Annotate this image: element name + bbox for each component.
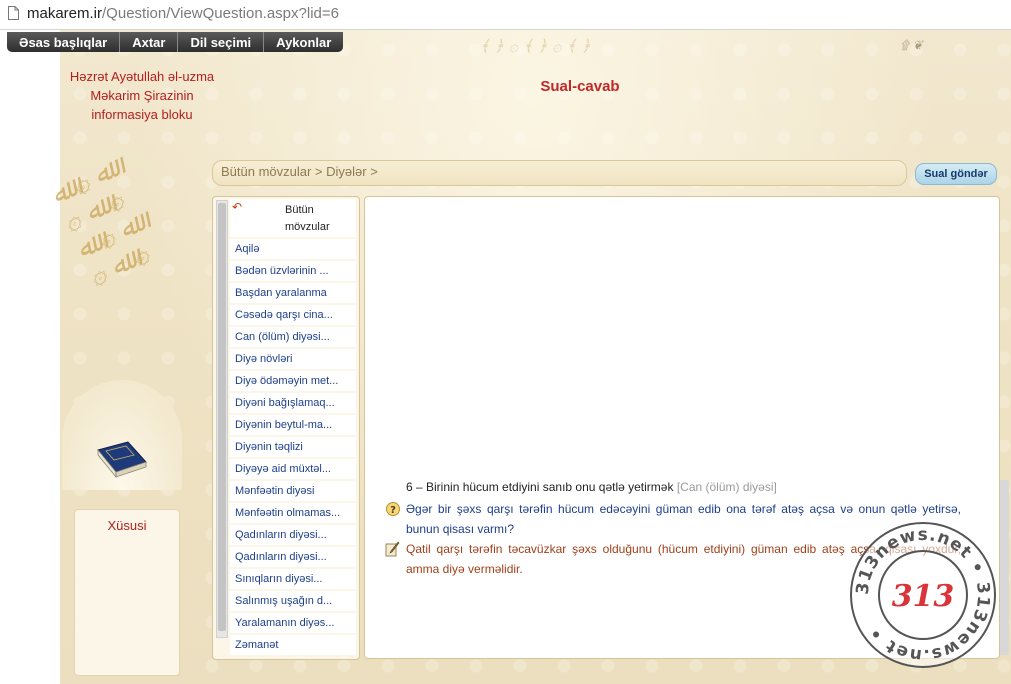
calligraphy-logo: ۩ ❦ [900, 38, 923, 52]
question-icon: ? [386, 502, 400, 516]
all-topics-label-line-1: Bütün [285, 204, 314, 216]
url-host: makarem.ir [27, 5, 103, 22]
special-box: Xüsusi [74, 509, 180, 676]
topic-scrollbar-thumb[interactable] [218, 203, 226, 631]
topic-item[interactable]: Diyə ödəməyin met... [230, 371, 356, 391]
nav-icons[interactable]: Aykonlar [264, 32, 343, 52]
topic-list: Aqilə Bədən üzvlərinin ... Başdan yarala… [230, 239, 356, 657]
topic-item[interactable]: Diyənin təqlizi [230, 437, 356, 457]
topic-item[interactable]: Başdan yaralanma [230, 283, 356, 303]
content-scrollbar[interactable] [1000, 480, 1009, 655]
all-topics-label: Bütün mövzular [285, 202, 355, 236]
address-bar[interactable]: makarem.ir/Question/ViewQuestion.aspx?li… [0, 0, 1011, 30]
book-icon[interactable] [94, 440, 148, 480]
nav-search[interactable]: Axtar [120, 32, 179, 52]
page-title: Sual-cavab [540, 78, 620, 95]
calligraphy-decoration-top: ﴾ ﴿ ۞ ﴾ ﴿ ۞ ﴾ ﴿ [480, 36, 591, 55]
topic-item[interactable]: Diyə növləri [230, 349, 356, 369]
watermark-stamp: 313news.net • 313news.net • 313 [850, 522, 996, 668]
nav-main-headings[interactable]: Əsas başlıqlar [7, 32, 121, 52]
all-topics-item[interactable]: ↶ Bütün mövzular [230, 199, 356, 237]
question-title: 6 – Birinin hücum etdiyini sanıb onu qət… [406, 480, 777, 494]
svg-text:?: ? [390, 505, 396, 516]
topic-item[interactable]: Qadınların diyəsi... [230, 547, 356, 567]
topic-item[interactable]: Can (ölüm) diyəsi... [230, 327, 356, 347]
url-path: /Question/ViewQuestion.aspx?lid=6 [102, 5, 339, 22]
topic-item[interactable]: Sınıqların diyəsi... [230, 569, 356, 589]
main-nav: Əsas başlıqlar Axtar Dil seçimi Aykonlar [7, 32, 344, 52]
watermark-center-text: 313 [892, 579, 955, 614]
site-info-line-3: informasiya bloku [91, 107, 193, 122]
topic-scrollbar[interactable] [216, 200, 228, 638]
back-arrow-icon[interactable]: ↶ [232, 201, 244, 213]
topic-item[interactable]: Diyəni bağışlamaq... [230, 393, 356, 413]
topic-item[interactable]: Cəsədə qarşı cina... [230, 305, 356, 325]
topic-item[interactable]: Diyənin beytul-ma... [230, 415, 356, 435]
topic-item[interactable]: Zəmanət [230, 635, 356, 655]
all-topics-label-line-2: mövzular [285, 221, 330, 233]
breadcrumb-bar: Bütün mövzular > Diyələr > [212, 160, 907, 186]
topic-item[interactable]: Yaralamanın diyəs... [230, 613, 356, 633]
topic-item[interactable]: Mənfəətin olmamas... [230, 503, 356, 523]
site-info-line-1: Həzrət Ayətullah əl-uzma [69, 69, 215, 84]
special-title: Xüsusi [107, 518, 147, 533]
question-category-link[interactable]: [Can (ölüm) diyəsi] [677, 480, 777, 494]
topic-item[interactable]: Aqilə [230, 239, 356, 259]
answer-quill-icon [385, 541, 400, 557]
send-question-button[interactable]: Sual göndər [915, 163, 997, 185]
site-info-line-2: Məkarim Şirazinin [90, 88, 194, 103]
question-title-text: 6 – Birinin hücum etdiyini sanıb onu qət… [406, 480, 674, 494]
nav-language[interactable]: Dil seçimi [178, 32, 265, 52]
topic-item[interactable]: Mənfəətin diyəsi [230, 481, 356, 501]
topic-item[interactable]: Bədən üzvlərinin ... [230, 261, 356, 281]
site-info-title[interactable]: Həzrət Ayətullah əl-uzma Məkarim Şirazin… [62, 67, 222, 124]
url-text[interactable]: makarem.ir/Question/ViewQuestion.aspx?li… [27, 5, 339, 22]
page-icon [8, 6, 19, 20]
topic-item[interactable]: Salınmış uşağın d... [230, 591, 356, 611]
topic-item[interactable]: Qadınların diyəsi... [230, 525, 356, 545]
topic-item[interactable]: Diyəyə aid müxtəl... [230, 459, 356, 479]
breadcrumb[interactable]: Bütün mövzular > Diyələr > [221, 164, 378, 179]
